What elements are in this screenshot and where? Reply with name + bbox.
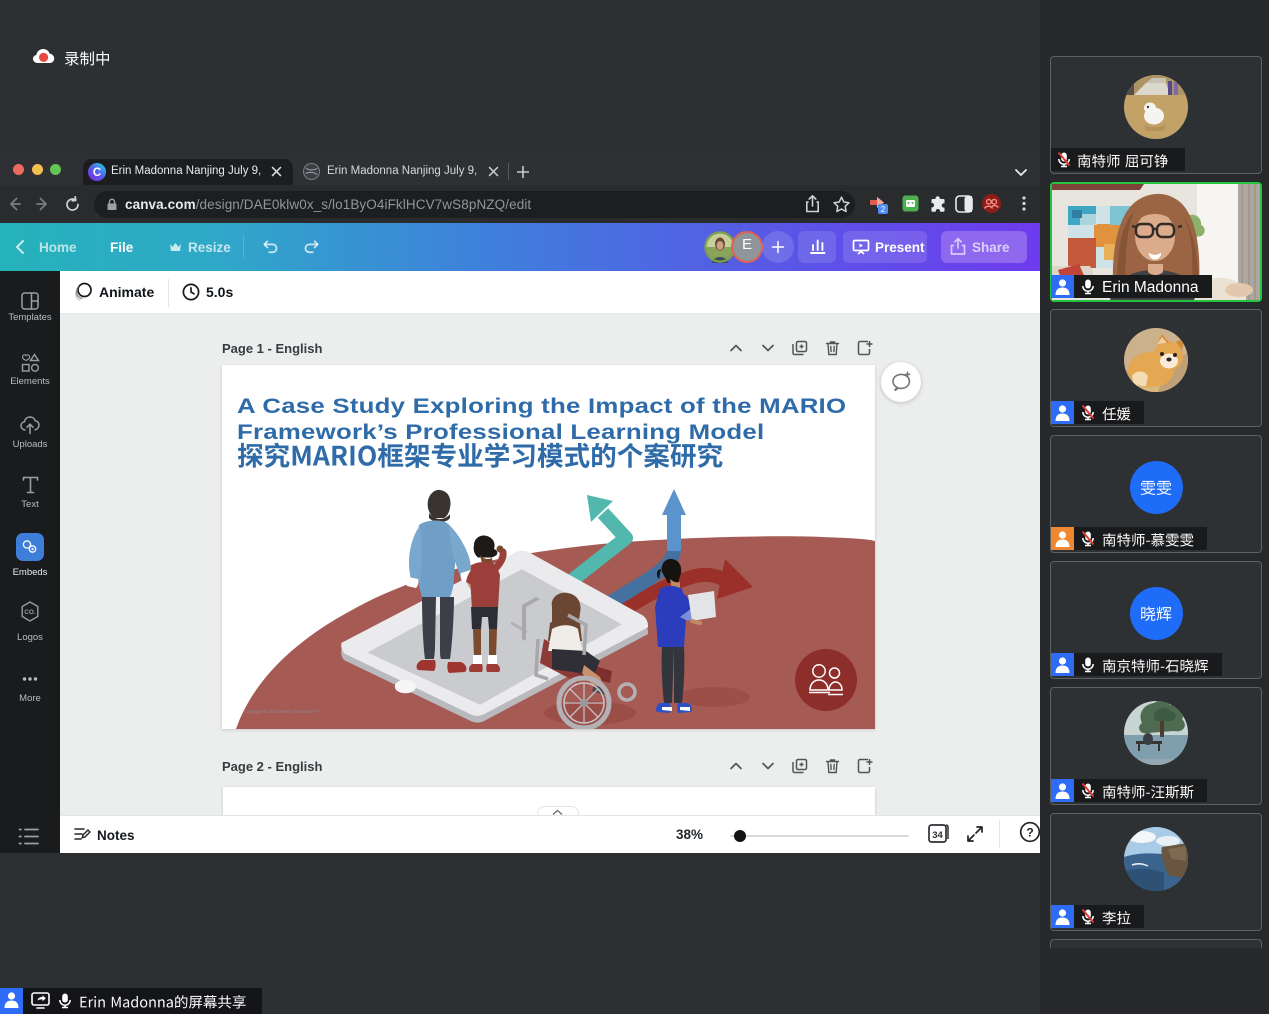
svg-text:?: ? bbox=[1026, 825, 1033, 839]
svg-text:34: 34 bbox=[932, 830, 943, 841]
svg-text:C: C bbox=[93, 167, 101, 179]
svg-text:CO.: CO. bbox=[24, 609, 36, 616]
svg-text:2: 2 bbox=[881, 205, 886, 214]
svg-text:Copyright © 2021 MARIO Framewo: Copyright © 2021 MARIO Framework™ bbox=[245, 709, 319, 714]
